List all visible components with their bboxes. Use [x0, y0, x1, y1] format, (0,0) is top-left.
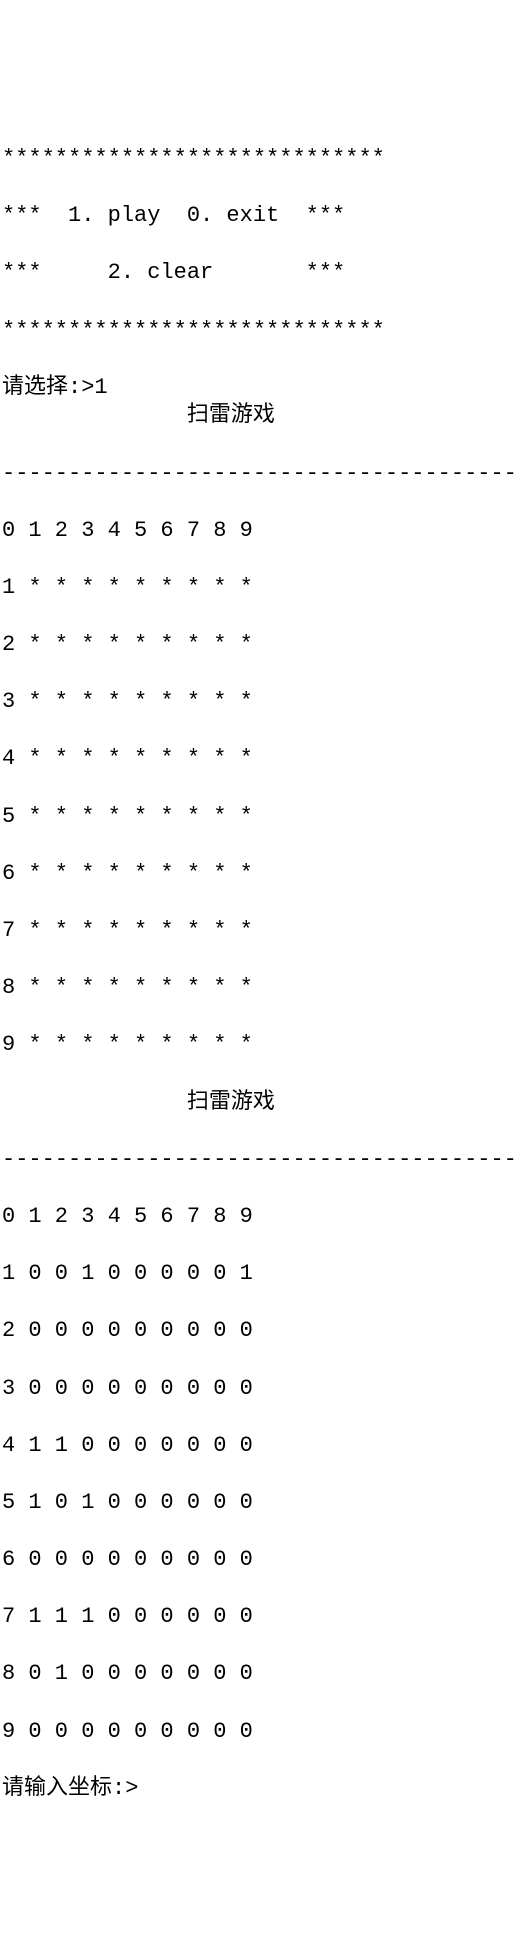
board2-row-4: 4 1 1 0 0 0 0 0 0 0 [2, 1432, 517, 1461]
select-prompt-value: 1 [94, 375, 107, 400]
divider-2: ----------------------------------------… [2, 1146, 517, 1175]
board1-row-8: 8 * * * * * * * * * [2, 974, 517, 1003]
board1-row-4: 4 * * * * * * * * * [2, 745, 517, 774]
menu-border-top: ***************************** [2, 145, 517, 174]
menu-line-1: *** 1. play 0. exit *** [2, 202, 517, 231]
game-title-1: 扫雷游戏 [2, 402, 517, 431]
divider-1: ----------------------------------------… [2, 460, 517, 489]
terminal-output: ***************************** *** 1. pla… [2, 116, 517, 1803]
menu-line-2: *** 2. clear *** [2, 259, 517, 288]
board1-row-3: 3 * * * * * * * * * [2, 688, 517, 717]
game-title-2: 扫雷游戏 [2, 1089, 517, 1118]
coord-prompt-label: 请输入坐标:> [2, 1776, 138, 1801]
board2-row-9: 9 0 0 0 0 0 0 0 0 0 [2, 1718, 517, 1747]
board2-header: 0 1 2 3 4 5 6 7 8 9 [2, 1203, 517, 1232]
board2-row-7: 7 1 1 1 0 0 0 0 0 0 [2, 1603, 517, 1632]
board2-row-1: 1 0 0 1 0 0 0 0 0 1 [2, 1260, 517, 1289]
board2-row-5: 5 1 0 1 0 0 0 0 0 0 [2, 1489, 517, 1518]
board1-row-7: 7 * * * * * * * * * [2, 917, 517, 946]
board2-row-8: 8 0 1 0 0 0 0 0 0 0 [2, 1660, 517, 1689]
board1-row-2: 2 * * * * * * * * * [2, 631, 517, 660]
coord-input[interactable] [138, 1776, 338, 1801]
board1-row-1: 1 * * * * * * * * * [2, 574, 517, 603]
board2-row-6: 6 0 0 0 0 0 0 0 0 0 [2, 1546, 517, 1575]
menu-border-bottom: ***************************** [2, 317, 517, 346]
select-prompt-label: 请选择:> [2, 375, 94, 400]
board1-header: 0 1 2 3 4 5 6 7 8 9 [2, 517, 517, 546]
board1-row-5: 5 * * * * * * * * * [2, 803, 517, 832]
board1-row-6: 6 * * * * * * * * * [2, 860, 517, 889]
board1-row-9: 9 * * * * * * * * * [2, 1031, 517, 1060]
board2-row-3: 3 0 0 0 0 0 0 0 0 0 [2, 1375, 517, 1404]
board2-row-2: 2 0 0 0 0 0 0 0 0 0 [2, 1317, 517, 1346]
